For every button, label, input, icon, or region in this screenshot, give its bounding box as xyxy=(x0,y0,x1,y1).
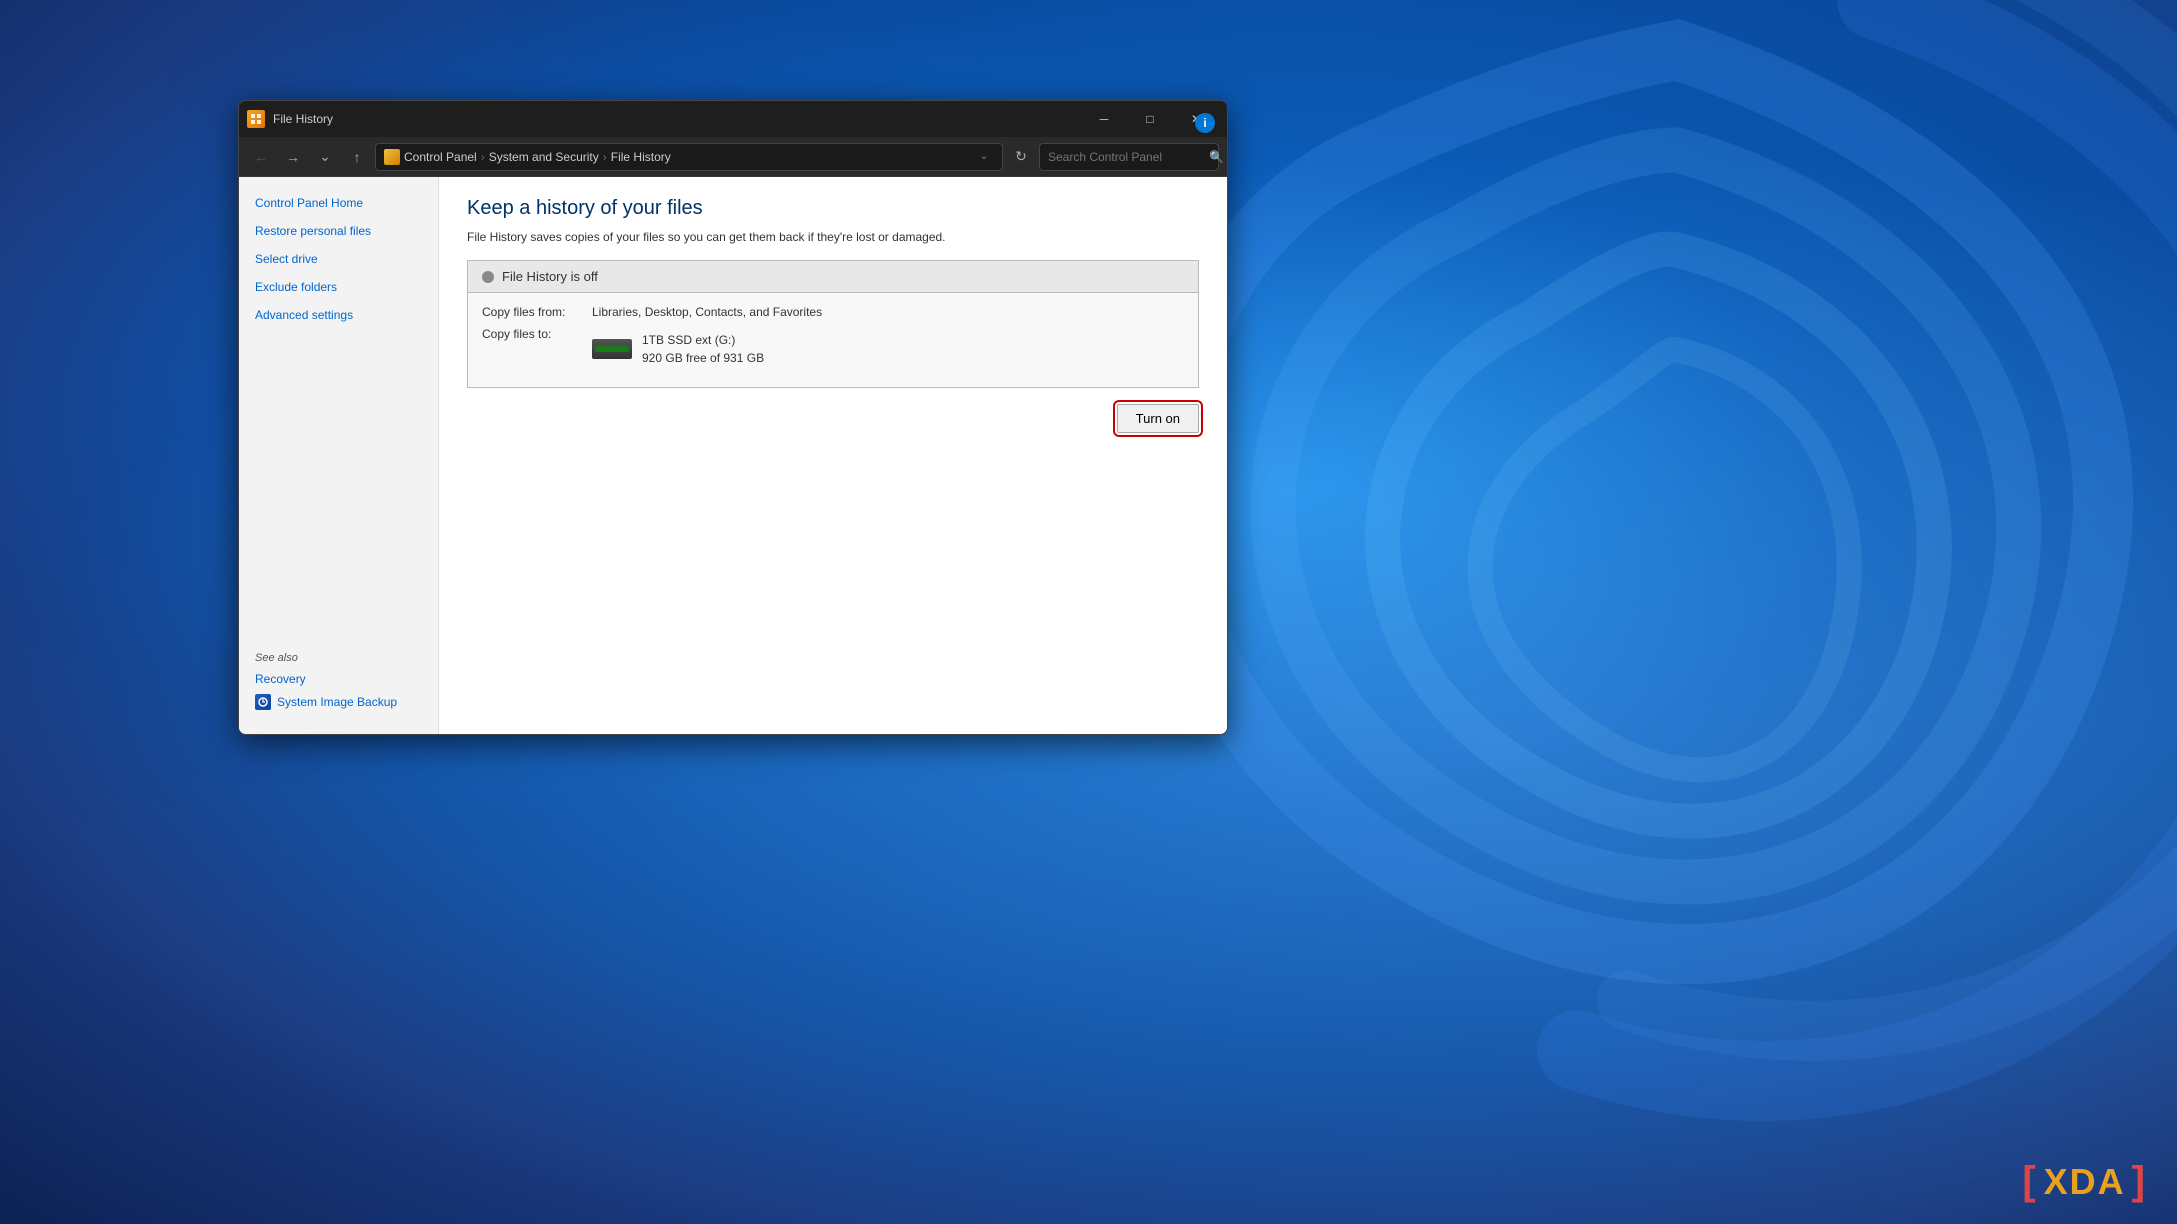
sidebar-item-recovery[interactable]: Recovery xyxy=(239,668,438,690)
breadcrumb-dropdown-button[interactable]: ⌄ xyxy=(974,143,994,171)
file-history-status-box: File History is off Copy files from: Lib… xyxy=(467,260,1199,388)
window-icon xyxy=(247,110,265,128)
turn-on-button[interactable]: Turn on xyxy=(1117,404,1199,433)
xda-text: XDA xyxy=(2044,1161,2126,1203)
sidebar-item-restore-personal-files[interactable]: Restore personal files xyxy=(239,217,438,245)
refresh-button[interactable]: ↻ xyxy=(1007,143,1035,171)
wallpaper-swirl xyxy=(1077,0,2177,1150)
copy-files-to-row: Copy files to: 1TB SSD ext (G:) 920 GB f… xyxy=(482,327,1184,367)
folder-icon xyxy=(384,149,400,165)
see-also-label: See also xyxy=(239,636,438,668)
window-title: File History xyxy=(273,112,1073,126)
breadcrumb-sep-2: › xyxy=(603,150,607,164)
up-button[interactable]: ↑ xyxy=(343,143,371,171)
recovery-label: Recovery xyxy=(255,672,306,686)
status-header: File History is off xyxy=(468,261,1198,293)
drive-free: 920 GB free of 931 GB xyxy=(642,349,764,367)
search-icon[interactable]: 🔍 xyxy=(1209,150,1224,164)
address-bar: ← → ⌄ ↑ Control Panel › System and Secur… xyxy=(239,137,1227,177)
maximize-button[interactable]: □ xyxy=(1127,103,1173,135)
xda-bracket-left: [ xyxy=(2022,1159,2037,1204)
file-history-window: File History ─ □ ✕ ← → ⌄ ↑ Control Panel… xyxy=(238,100,1228,735)
info-corner-icon[interactable]: i xyxy=(1195,113,1215,133)
breadcrumb-bar: Control Panel › System and Security › Fi… xyxy=(375,143,1003,171)
minimize-button[interactable]: ─ xyxy=(1081,103,1127,135)
backup-icon xyxy=(255,694,271,710)
sidebar-item-system-image-backup[interactable]: System Image Backup xyxy=(239,690,438,714)
copy-files-to-label: Copy files to: xyxy=(482,327,592,341)
drive-row: 1TB SSD ext (G:) 920 GB free of 931 GB xyxy=(592,331,764,367)
status-body: Copy files from: Libraries, Desktop, Con… xyxy=(468,293,1198,387)
breadcrumb-control-panel[interactable]: Control Panel xyxy=(404,150,477,164)
sidebar-item-control-panel-home[interactable]: Control Panel Home xyxy=(239,189,438,217)
turn-on-button-container: Turn on xyxy=(467,404,1199,433)
xda-logo: [ XDA ] xyxy=(2022,1159,2147,1204)
sidebar-footer: See also Recovery System Image Backup xyxy=(239,636,438,722)
forward-button[interactable]: → xyxy=(279,143,307,171)
system-image-backup-label: System Image Backup xyxy=(277,695,397,709)
page-description: File History saves copies of your files … xyxy=(467,230,1199,244)
title-bar: File History ─ □ ✕ xyxy=(239,101,1227,137)
drive-info: 1TB SSD ext (G:) 920 GB free of 931 GB xyxy=(642,331,764,367)
copy-files-from-row: Copy files from: Libraries, Desktop, Con… xyxy=(482,305,1184,319)
sidebar-item-select-drive[interactable]: Select drive xyxy=(239,245,438,273)
copy-files-from-label: Copy files from: xyxy=(482,305,592,319)
sidebar-item-advanced-settings[interactable]: Advanced settings xyxy=(239,301,438,329)
main-content: Keep a history of your files File Histor… xyxy=(439,177,1227,734)
breadcrumb-system-security[interactable]: System and Security xyxy=(489,150,599,164)
drive-icon xyxy=(592,339,632,359)
back-button[interactable]: ← xyxy=(247,143,275,171)
sidebar-nav: Control Panel Home Restore personal file… xyxy=(239,189,438,636)
page-title: Keep a history of your files xyxy=(467,197,1199,220)
drive-name: 1TB SSD ext (G:) xyxy=(642,331,764,349)
dropdown-button[interactable]: ⌄ xyxy=(311,143,339,171)
status-header-text: File History is off xyxy=(502,269,598,284)
content-area: Control Panel Home Restore personal file… xyxy=(239,177,1227,734)
breadcrumb-sep-1: › xyxy=(481,150,485,164)
status-indicator-off xyxy=(482,271,494,283)
sidebar: Control Panel Home Restore personal file… xyxy=(239,177,439,734)
search-bar: 🔍 xyxy=(1039,143,1219,171)
search-input[interactable] xyxy=(1048,150,1203,164)
copy-files-from-value: Libraries, Desktop, Contacts, and Favori… xyxy=(592,305,822,319)
xda-bracket-right: ] xyxy=(2132,1159,2147,1204)
sidebar-item-exclude-folders[interactable]: Exclude folders xyxy=(239,273,438,301)
breadcrumb-file-history[interactable]: File History xyxy=(611,150,671,164)
